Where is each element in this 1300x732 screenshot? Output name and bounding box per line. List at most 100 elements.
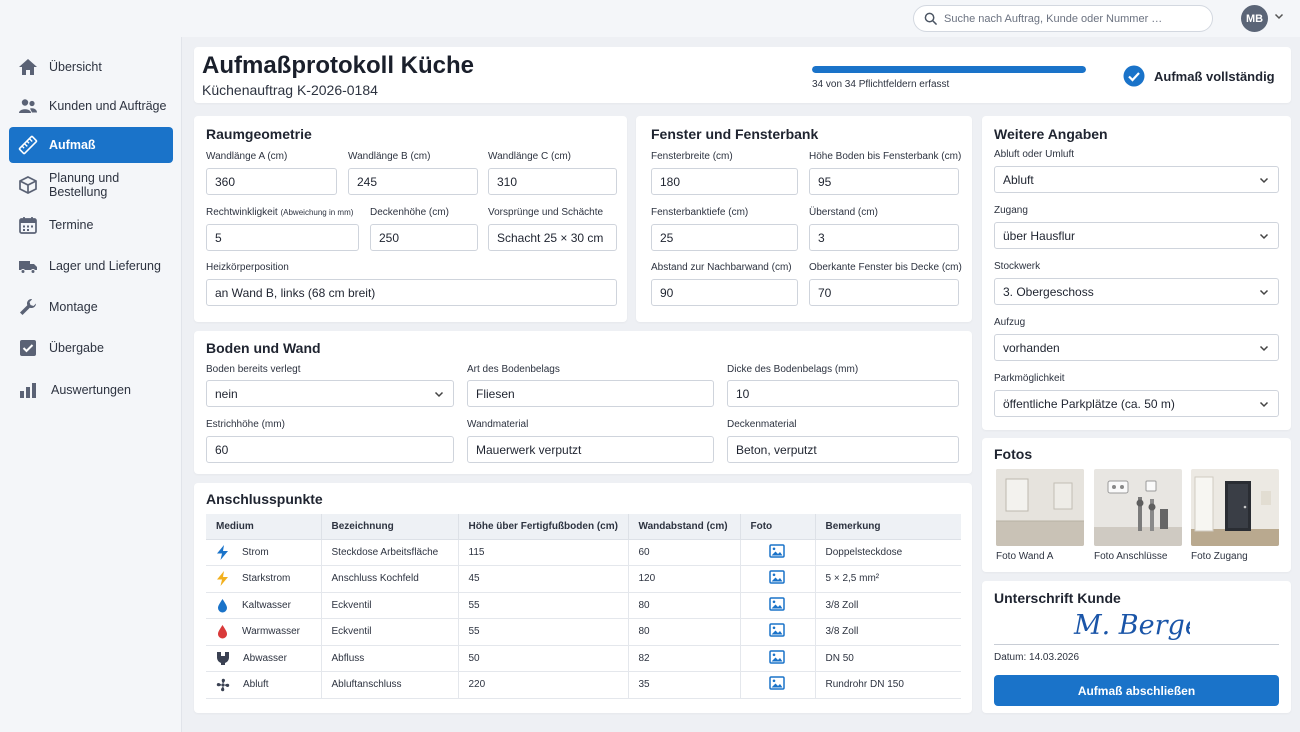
sidebar-item-uebergabe[interactable]: Übergabe	[9, 330, 173, 366]
search-box[interactable]	[913, 5, 1213, 32]
chevron-down-icon	[434, 391, 444, 398]
column-header[interactable]: Bezeichnung	[321, 514, 459, 540]
floor-thickness-label: Dicke des Bodenbelags (mm)	[727, 364, 859, 375]
screed-input[interactable]: 60	[206, 436, 454, 463]
parking-label: Parkmöglichkeit	[994, 373, 1065, 384]
exhaust-label: Abluft oder Umluft	[994, 149, 1075, 160]
sidebar-item-auswertungen[interactable]: Auswertungen	[9, 372, 173, 408]
image-icon[interactable]	[768, 676, 785, 690]
radiator-input[interactable]: an Wand B, links (68 cm breit)	[206, 279, 617, 306]
ceiling-material-label: Deckenmaterial	[727, 419, 797, 430]
image-icon[interactable]	[768, 650, 785, 664]
wall-distance-label: Abstand zur Nachbarwand (cm)	[651, 262, 792, 273]
floor-thickness-input[interactable]: 10	[727, 380, 959, 407]
wall-a-input[interactable]: 360	[206, 168, 337, 195]
storey-select[interactable]: 3. Obergeschoss	[994, 278, 1279, 305]
sidebar-item-label: Termine	[49, 218, 94, 232]
sidebar-item-lager[interactable]: Lager und Lieferung	[9, 248, 173, 284]
cell-note: 5 × 2,5 mm²	[815, 565, 961, 593]
protrusion-input[interactable]: Schacht 25 × 30 cm	[488, 224, 617, 251]
parking-select[interactable]: öffentliche Parkplätze (ca. 50 m)	[994, 390, 1279, 417]
column-header[interactable]: Foto	[740, 514, 816, 540]
window-width-input[interactable]: 180	[651, 168, 798, 195]
table-header-row: Medium Bezeichnung Höhe über Fertigfußbo…	[206, 514, 961, 540]
cell-name: Abfluss	[321, 645, 459, 672]
drain-icon	[217, 651, 229, 665]
sidebar-item-montage[interactable]: Montage	[9, 289, 173, 325]
table-row[interactable]: Abluft Abluftanschluss 220 35 Rundrohr D…	[206, 671, 961, 699]
image-icon[interactable]	[768, 570, 785, 584]
cell-distance: 60	[628, 539, 741, 566]
access-value: über Hausflur	[1003, 228, 1076, 243]
table-row[interactable]: Warmwasser Eckventil 55 80 3/8 Zoll	[206, 618, 961, 646]
column-header[interactable]: Wandabstand (cm)	[628, 514, 741, 540]
column-header[interactable]: Bemerkung	[815, 514, 961, 540]
image-icon[interactable]	[768, 544, 785, 558]
sidebar-item-label: Kunden und Aufträge	[49, 99, 167, 113]
floor-laid-select[interactable]: nein	[206, 380, 454, 407]
sidebar-item-label: Montage	[49, 300, 98, 314]
access-select[interactable]: über Hausflur	[994, 222, 1279, 249]
screed-label: Estrichhöhe (mm)	[206, 419, 285, 430]
radiator-label: Heizkörperposition	[206, 262, 289, 273]
sidebar-item-termine[interactable]: Termine	[9, 207, 173, 243]
floor-laid-value: nein	[215, 386, 238, 401]
exhaust-select[interactable]: Abluft	[994, 166, 1279, 193]
search-input[interactable]	[944, 12, 1194, 25]
page-subtitle: Küchenauftrag K-2026-0184	[202, 82, 378, 98]
window-top-input[interactable]: 70	[809, 279, 959, 306]
sill-depth-input[interactable]: 25	[651, 224, 798, 251]
wall-b-input[interactable]: 245	[348, 168, 478, 195]
sidebar-item-planung[interactable]: Planung und Bestellung	[9, 167, 173, 203]
sidebar-item-kunden[interactable]: Kunden und Aufträge	[9, 88, 173, 124]
squareness-label-text: Rechtwinkligkeit	[206, 207, 278, 218]
cell-name: Anschluss Kochfeld	[321, 565, 459, 593]
medium-name: Starkstrom	[242, 573, 291, 585]
table-row[interactable]: Strom Steckdose Arbeitsfläche 115 60 Dop…	[206, 539, 961, 566]
table-row[interactable]: Abwasser Abfluss 50 82 DN 50	[206, 645, 961, 672]
ceiling-height-input[interactable]: 250	[370, 224, 478, 251]
sidebar-item-aufmass[interactable]: Aufmaß	[9, 127, 173, 163]
check-circle-icon	[1123, 65, 1145, 87]
floor-type-input[interactable]: Fliesen	[467, 380, 714, 407]
lift-select[interactable]: vorhanden	[994, 334, 1279, 361]
customer-signature[interactable]: M. Berger	[1070, 604, 1190, 644]
wall-c-label: Wandlänge C (cm)	[488, 151, 571, 162]
finish-measurement-button[interactable]: Aufmaß abschließen	[994, 675, 1279, 706]
cell-note: Doppelsteckdose	[815, 539, 961, 566]
ceiling-height-label: Deckenhöhe (cm)	[370, 207, 449, 218]
photo-thumbnail-wall-a[interactable]	[996, 469, 1084, 546]
search-icon	[924, 12, 937, 25]
overhang-input[interactable]: 3	[809, 224, 959, 251]
progress-bar	[812, 66, 1086, 73]
calendar-icon	[19, 217, 37, 234]
sidebar-item-uebersicht[interactable]: Übersicht	[9, 49, 173, 85]
signature-date: Datum: 14.03.2026	[994, 652, 1080, 663]
column-header[interactable]: Medium	[206, 514, 322, 540]
ceiling-material-input[interactable]: Beton, verputzt	[727, 436, 959, 463]
sidebar-item-label: Lager und Lieferung	[49, 259, 161, 273]
wall-material-input[interactable]: Mauerwerk verputzt	[467, 436, 714, 463]
fan-icon	[216, 678, 230, 691]
column-header[interactable]: Höhe über Fertigfußboden (cm)	[458, 514, 629, 540]
photo-thumbnail-connections[interactable]	[1094, 469, 1182, 546]
wall-material-label: Wandmaterial	[467, 419, 529, 430]
section-title-raumgeometrie: Raumgeometrie	[206, 126, 312, 142]
wall-distance-input[interactable]: 90	[651, 279, 798, 306]
squareness-input[interactable]: 5	[206, 224, 359, 251]
wall-c-input[interactable]: 310	[488, 168, 617, 195]
avatar[interactable]: MB	[1241, 5, 1268, 32]
access-label: Zugang	[994, 205, 1028, 216]
table-row[interactable]: Starkstrom Anschluss Kochfeld 45 120 5 ×…	[206, 565, 961, 593]
section-title-boden: Boden und Wand	[206, 340, 321, 356]
cell-height: 115	[458, 539, 629, 566]
image-icon[interactable]	[768, 597, 785, 611]
wall-a-label: Wandlänge A (cm)	[206, 151, 288, 162]
medium-name: Abluft	[243, 679, 269, 691]
chevron-down-icon[interactable]	[1274, 13, 1284, 20]
image-icon[interactable]	[768, 623, 785, 637]
sill-height-input[interactable]: 95	[809, 168, 959, 195]
table-row[interactable]: Kaltwasser Eckventil 55 80 3/8 Zoll	[206, 592, 961, 619]
floor-type-label: Art des Bodenbelags	[467, 364, 560, 375]
photo-thumbnail-access[interactable]	[1191, 469, 1279, 546]
